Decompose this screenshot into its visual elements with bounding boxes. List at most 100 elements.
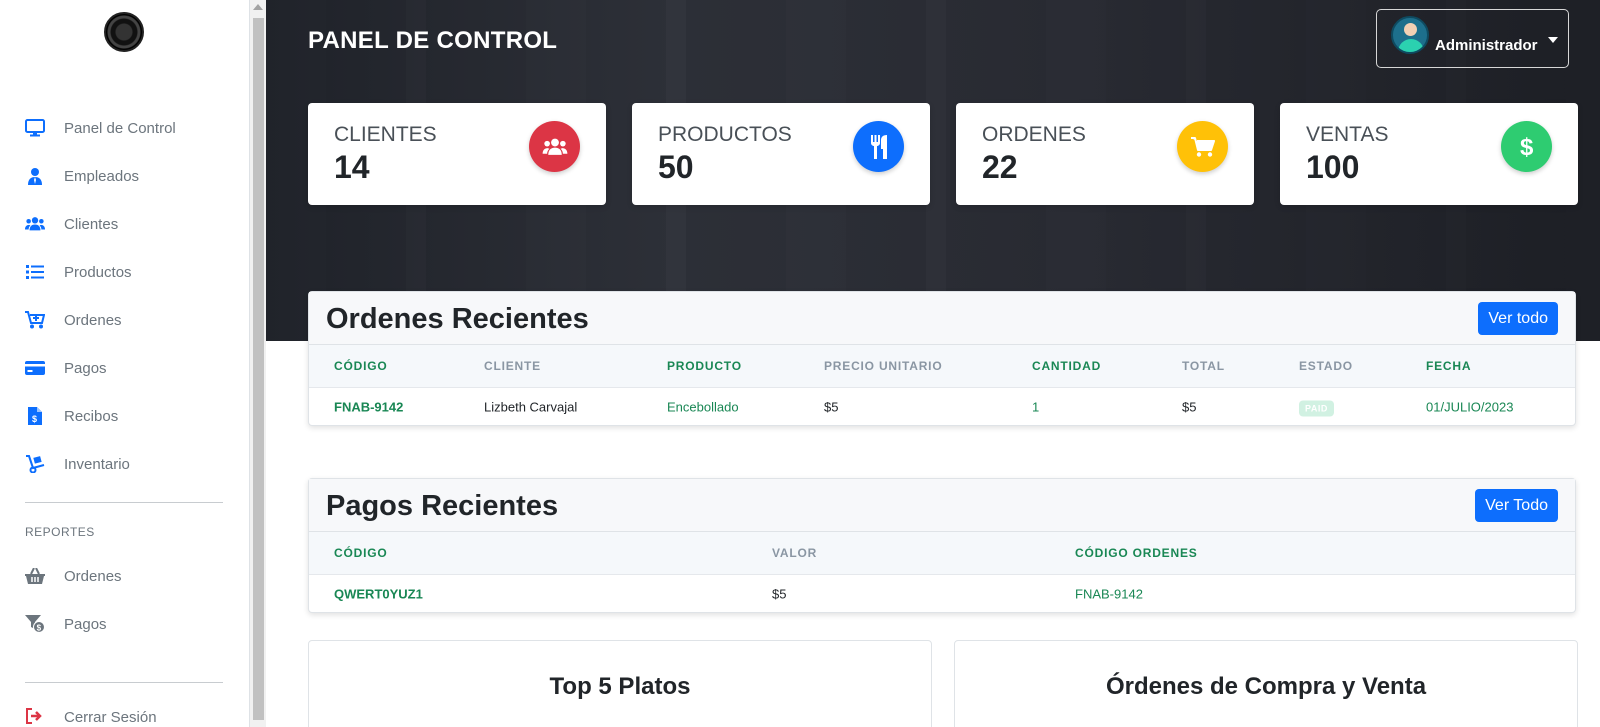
sidebar-item-label: Inventario — [64, 455, 130, 473]
sidebar-item-label: Pagos — [64, 359, 107, 377]
sidebar-item-label: Productos — [64, 263, 132, 281]
stat-label: VENTAS — [1306, 123, 1389, 146]
scroll-thumb[interactable] — [253, 18, 264, 720]
recent-orders-card: Ordenes Recientes Ver todo CÓDIGO CLIENT… — [308, 291, 1576, 426]
svg-text:$: $ — [1520, 134, 1534, 160]
user-menu-button[interactable]: Administrador — [1376, 9, 1569, 68]
view-all-payments-button[interactable]: Ver Todo — [1475, 489, 1558, 522]
order-product: Encebollado — [667, 399, 739, 414]
table-row[interactable]: FNAB-9142 Lizbeth Carvajal Encebollado $… — [309, 388, 1575, 425]
order-unit-price: $5 — [824, 399, 839, 414]
recent-payments-card: Pagos Recientes Ver Todo CÓDIGO VALOR CÓ… — [308, 478, 1576, 613]
sidebar-item-report-ordenes[interactable]: Ordenes — [0, 552, 248, 600]
sidebar-item-inventario[interactable]: Inventario — [0, 440, 248, 488]
order-client: Lizbeth Carvajal — [484, 399, 578, 414]
stat-value: 50 — [658, 149, 694, 185]
payment-value: $5 — [772, 586, 787, 601]
reports-heading: REPORTES — [25, 525, 95, 539]
logo[interactable] — [104, 12, 144, 52]
sidebar-nav: Panel de Control Empleados Clientes Prod… — [0, 104, 248, 488]
column-header[interactable]: TOTAL — [1182, 359, 1225, 373]
sidebar-item-panel-de-control[interactable]: Panel de Control — [0, 104, 248, 152]
basket-icon — [25, 566, 45, 586]
stat-card-ventas: VENTAS 100 $ — [1280, 103, 1578, 205]
table-row[interactable]: QWERT0YUZ1 $5 FNAB-9142 — [309, 575, 1575, 612]
sidebar-item-label: Recibos — [64, 407, 119, 425]
filter-dollar-icon: $ — [25, 614, 45, 634]
payment-order-code: FNAB-9142 — [1075, 586, 1143, 601]
sidebar-scrollbar[interactable] — [250, 0, 266, 727]
sidebar-divider — [25, 682, 223, 683]
sidebar-item-label: Clientes — [64, 215, 119, 233]
column-header[interactable]: CÓDIGO — [334, 359, 387, 373]
column-header[interactable]: PRODUCTO — [667, 359, 742, 373]
status-badge: PAID — [1299, 399, 1334, 416]
view-all-orders-button[interactable]: Ver todo — [1478, 302, 1558, 335]
sidebar-item-clientes[interactable]: Clientes — [0, 200, 248, 248]
svg-text:$: $ — [32, 414, 37, 424]
column-header[interactable]: PRECIO UNITARIO — [824, 359, 942, 373]
scroll-up-arrow-icon[interactable] — [253, 4, 263, 10]
card-title: Ordenes Recientes — [326, 303, 589, 335]
sidebar-item-label: Pagos — [64, 615, 107, 633]
sidebar-item-ordenes[interactable]: Ordenes — [0, 296, 248, 344]
sidebar-item-label: Panel de Control — [64, 119, 176, 137]
sidebar-item-empleados[interactable]: Empleados — [0, 152, 248, 200]
sign-out-icon — [25, 706, 45, 726]
table-header: CÓDIGO CLIENTE PRODUCTO PRECIO UNITARIO … — [309, 345, 1575, 388]
order-date: 01/JULIO/2023 — [1426, 399, 1514, 414]
stat-value: 14 — [334, 149, 370, 185]
svg-text:$: $ — [37, 624, 42, 633]
column-header[interactable]: FECHA — [1426, 359, 1471, 373]
payment-code: QWERT0YUZ1 — [334, 586, 423, 601]
user-name: Administrador — [1435, 37, 1538, 54]
cart-icon — [1177, 121, 1228, 172]
main-content: PANEL DE CONTROL Administrador CLIENTES … — [266, 0, 1600, 727]
card-header: Pagos Recientes Ver Todo — [309, 479, 1575, 532]
sidebar-item-recibos[interactable]: $ Recibos — [0, 392, 248, 440]
sidebar-item-pagos[interactable]: Pagos — [0, 344, 248, 392]
receipt-icon: $ — [25, 406, 45, 426]
sidebar-item-label: Empleados — [64, 167, 140, 185]
page-title: PANEL DE CONTROL — [308, 27, 558, 54]
sidebar: Panel de Control Empleados Clientes Prod… — [0, 0, 250, 727]
column-header[interactable]: CÓDIGO — [334, 546, 387, 560]
order-code: FNAB-9142 — [334, 399, 404, 414]
logout-label: Cerrar Sesión — [64, 709, 157, 726]
order-quantity: 1 — [1032, 399, 1040, 414]
sidebar-item-report-pagos[interactable]: $ Pagos — [0, 600, 248, 648]
stat-value: 100 — [1306, 149, 1360, 185]
sidebar-item-productos[interactable]: Productos — [0, 248, 248, 296]
sidebar-item-label: Ordenes — [64, 567, 122, 585]
stat-card-ordenes: ORDENES 22 — [956, 103, 1254, 205]
orders-chart-card: Órdenes de Compra y Venta — [954, 640, 1578, 727]
user-tie-icon — [25, 166, 45, 186]
dolly-icon — [25, 454, 45, 474]
top-dishes-chart-card: Top 5 Platos — [308, 640, 932, 727]
card-header: Ordenes Recientes Ver todo — [309, 292, 1575, 345]
chart-title: Órdenes de Compra y Venta — [1105, 673, 1427, 700]
utensils-icon — [853, 121, 904, 172]
dollar-icon: $ — [1501, 121, 1552, 172]
stat-label: CLIENTES — [334, 123, 437, 146]
stat-label: ORDENES — [982, 123, 1086, 146]
column-header[interactable]: CANTIDAD — [1032, 359, 1101, 373]
column-header[interactable]: CLIENTE — [484, 359, 541, 373]
column-header[interactable]: CÓDIGO ORDENES — [1075, 546, 1198, 560]
stat-label: PRODUCTOS — [658, 123, 792, 146]
chevron-down-icon — [1547, 36, 1558, 43]
order-total: $5 — [1182, 399, 1197, 414]
sidebar-divider — [25, 502, 223, 503]
logout-button[interactable]: Cerrar Sesión — [0, 698, 248, 726]
stat-value: 22 — [982, 149, 1018, 185]
status-badge-text: PAID — [1299, 400, 1334, 416]
reports-nav: Ordenes $ Pagos — [0, 552, 248, 648]
chart-title: Top 5 Platos — [549, 673, 691, 700]
stat-card-clientes: CLIENTES 14 — [308, 103, 606, 205]
column-header[interactable]: ESTADO — [1299, 359, 1353, 373]
logout-nav: Cerrar Sesión — [0, 698, 248, 726]
column-header[interactable]: VALOR — [772, 546, 817, 560]
monitor-icon — [25, 118, 45, 138]
users-icon — [529, 121, 580, 172]
list-icon — [25, 262, 45, 282]
